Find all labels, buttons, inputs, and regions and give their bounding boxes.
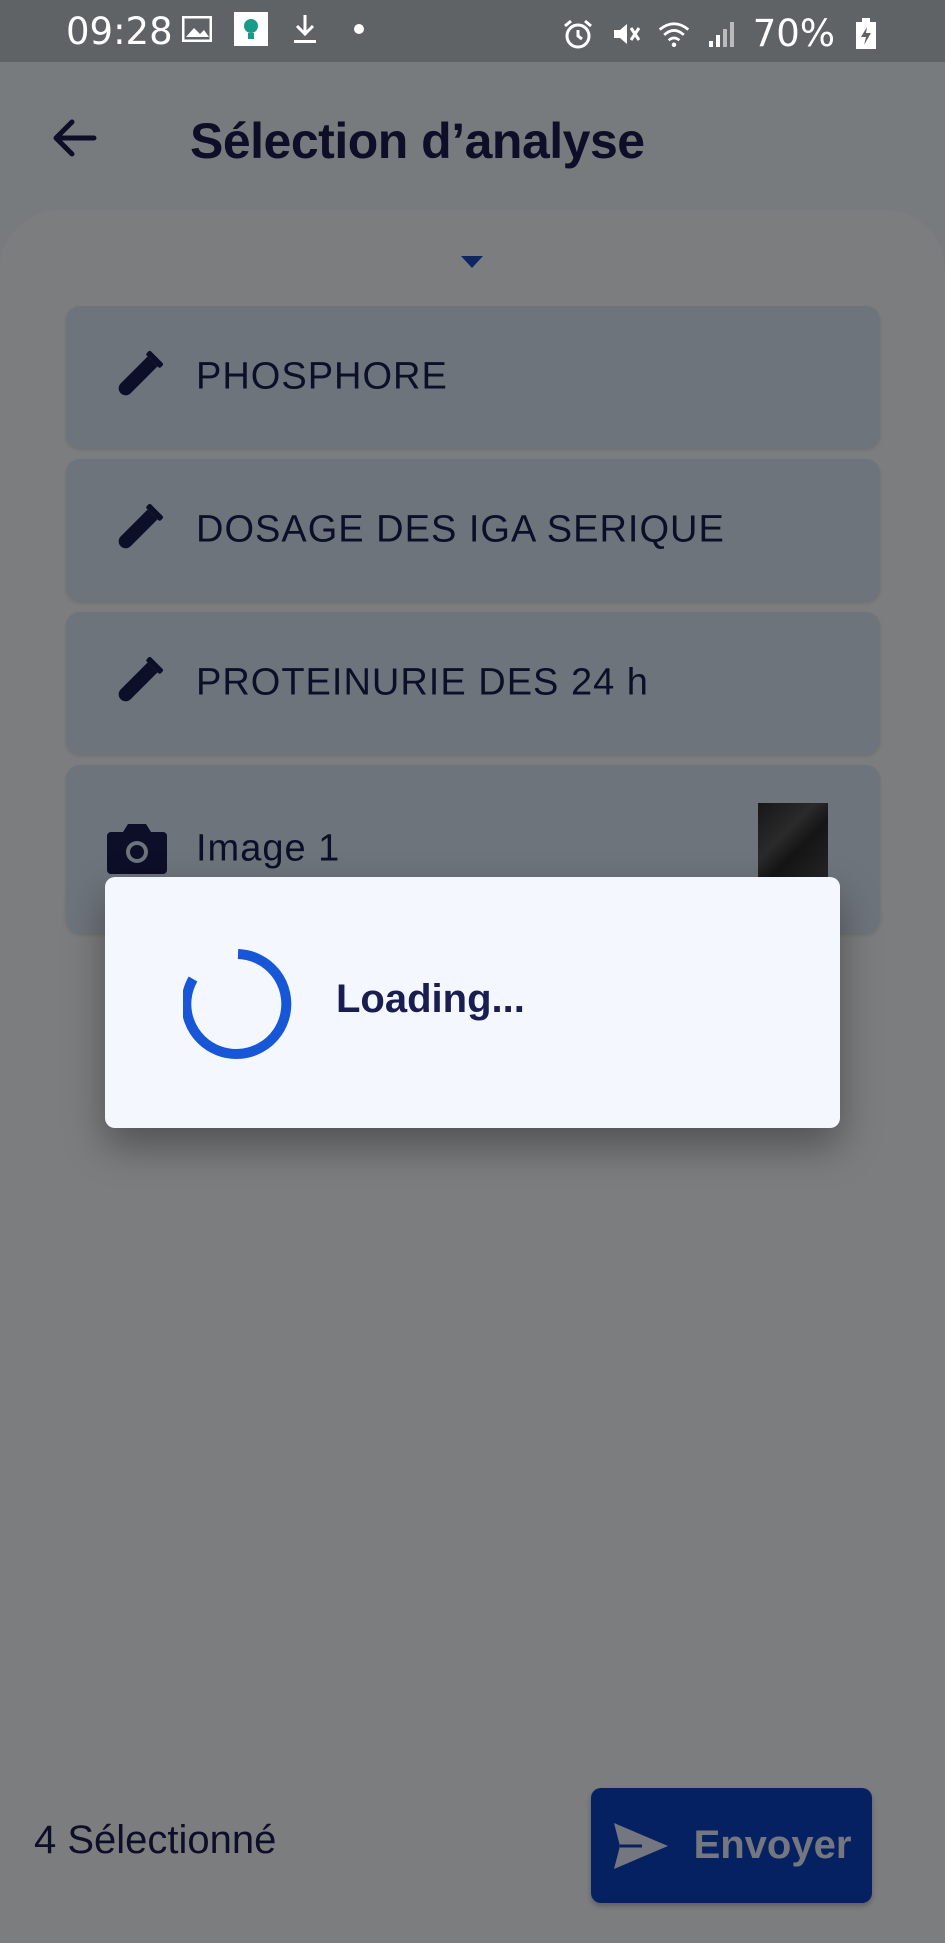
- status-bar: 09:28 70%: [0, 0, 945, 62]
- app-notification-icon: [234, 12, 268, 46]
- loading-dialog: Loading...: [105, 877, 840, 1128]
- loading-spinner-icon: [183, 949, 292, 1059]
- mute-icon: [609, 17, 643, 51]
- alarm-icon: [561, 17, 595, 51]
- download-icon: [288, 12, 322, 46]
- battery-percent: 70%: [752, 12, 835, 55]
- system-icons: 70%: [561, 12, 883, 55]
- loading-message: Loading...: [336, 977, 525, 1021]
- wifi-icon: [657, 17, 691, 51]
- status-time: 09:28: [66, 10, 173, 53]
- dot-icon: [342, 12, 376, 46]
- gallery-icon: [180, 12, 214, 46]
- battery-charging-icon: [849, 17, 883, 51]
- notification-icons: [180, 12, 376, 46]
- signal-icon: [705, 17, 739, 51]
